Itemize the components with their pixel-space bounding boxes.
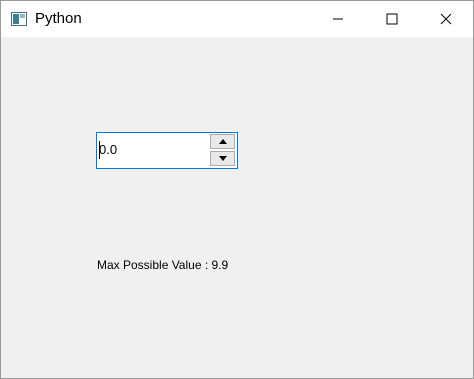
max-value-label: Max Possible Value : 9.9 (97, 258, 229, 272)
minimize-icon (333, 18, 343, 20)
app-window: Python 0.0 Max Possible Value: 9.9 (0, 0, 474, 379)
text-caret (99, 141, 100, 159)
arrow-down-icon (218, 156, 227, 161)
spinbox-value[interactable]: 0.0 (99, 142, 117, 158)
client-area: 0.0 Max Possible Value : 9.9 (1, 37, 473, 378)
close-button[interactable] (423, 1, 469, 37)
maximize-icon (386, 13, 398, 25)
title-bar[interactable]: Python (1, 1, 473, 37)
spin-up-button[interactable] (210, 134, 235, 149)
spin-down-button[interactable] (210, 151, 235, 166)
window-title: Python (35, 10, 82, 27)
arrow-up-icon (218, 139, 227, 144)
close-icon (440, 13, 452, 25)
minimize-button[interactable] (315, 1, 361, 37)
python-window-icon (11, 12, 27, 26)
double-spin-box[interactable]: 0.0 (96, 132, 238, 169)
maximize-button[interactable] (369, 1, 415, 37)
